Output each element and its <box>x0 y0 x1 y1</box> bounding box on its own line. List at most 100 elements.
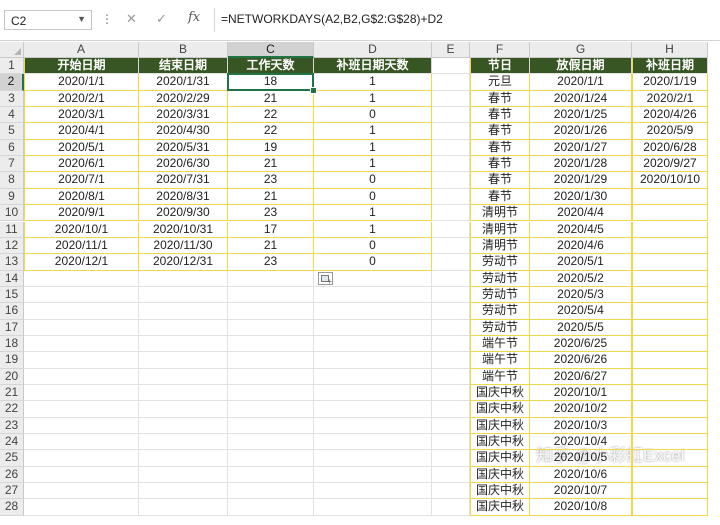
holiday-table-cell[interactable]: 2020/1/25 <box>530 107 632 124</box>
holiday-table-cell[interactable]: 春节 <box>470 188 530 206</box>
grid-cell[interactable] <box>139 434 228 451</box>
left-table-cell[interactable]: 23 <box>228 205 314 222</box>
left-table-cell[interactable]: 17 <box>228 221 314 238</box>
formula-input[interactable]: =NETWORKDAYS(A2,B2,G$2:G$28)+D2 <box>221 12 443 26</box>
holiday-table-cell[interactable]: 春节 <box>470 156 530 173</box>
row-header-16[interactable]: 16 <box>0 303 24 320</box>
left-table-cell[interactable]: 23 <box>228 254 314 271</box>
left-table-cell[interactable]: 2020/3/31 <box>139 107 228 124</box>
row-header-1[interactable]: 1 <box>0 58 24 75</box>
makeup-table-cell[interactable] <box>632 335 708 353</box>
spreadsheet-grid[interactable]: A B C D E F G H 1 2 3 4 5 6 7 8 9 10 11 12 13 14 15 16 17 18 19 20 2… <box>0 42 720 525</box>
holiday-table-cell[interactable]: 国庆中秋 <box>470 385 530 402</box>
makeup-table-cell[interactable]: 2020/5/9 <box>632 123 708 140</box>
grid-cell[interactable] <box>432 172 470 189</box>
makeup-table-cell[interactable]: 2020/2/1 <box>632 90 708 108</box>
holiday-table-cell[interactable]: 2020/10/5 <box>530 450 632 467</box>
row-header-8[interactable]: 8 <box>0 172 24 189</box>
grid-cell[interactable] <box>432 303 470 320</box>
holiday-table-cell[interactable]: 2020/5/3 <box>530 286 632 304</box>
makeup-table-cell[interactable] <box>632 188 708 206</box>
column-header-c[interactable]: C <box>228 42 314 58</box>
holiday-table-cell[interactable]: 2020/1/30 <box>530 188 632 206</box>
fill-handle[interactable] <box>310 86 317 94</box>
row-header-20[interactable]: 20 <box>0 368 24 385</box>
grid-cell[interactable] <box>24 450 139 467</box>
holiday-table-cell[interactable]: 国庆中秋 <box>470 499 530 516</box>
holiday-table-cell[interactable]: 元旦 <box>470 74 530 91</box>
grid-cell[interactable] <box>432 139 470 157</box>
select-all-button[interactable] <box>0 42 24 58</box>
holiday-table-cell[interactable]: 春节 <box>470 123 530 140</box>
makeup-table-cell[interactable]: 2020/1/19 <box>632 74 708 91</box>
grid-cell[interactable] <box>24 417 139 435</box>
left-table-cell[interactable]: 2020/4/30 <box>139 123 228 140</box>
grid-cell[interactable] <box>24 385 139 402</box>
grid-cell[interactable] <box>432 385 470 402</box>
grid-cell[interactable] <box>139 483 228 500</box>
holiday-table-cell[interactable]: 2020/10/4 <box>530 434 632 451</box>
row-header-10[interactable]: 10 <box>0 205 24 222</box>
left-table-cell[interactable]: 2020/2/1 <box>24 90 139 108</box>
holiday-table-cell[interactable]: 2020/5/5 <box>530 319 632 336</box>
grid-cell[interactable] <box>228 385 314 402</box>
left-table-cell[interactable]: 22 <box>228 107 314 124</box>
makeup-table-cell[interactable] <box>632 237 708 255</box>
column-header-e[interactable]: E <box>432 42 470 58</box>
makeup-table-cell[interactable]: 2020/4/26 <box>632 107 708 124</box>
grid-cell[interactable] <box>314 466 432 484</box>
makeup-table-cell[interactable] <box>632 254 708 271</box>
grid-cell[interactable] <box>139 352 228 369</box>
left-table-cell[interactable]: 0 <box>314 107 432 124</box>
grid-cell[interactable] <box>432 335 470 353</box>
holiday-table-cell[interactable]: 清明节 <box>470 221 530 238</box>
row-header-7[interactable]: 7 <box>0 156 24 173</box>
left-table-cell[interactable]: 19 <box>228 139 314 157</box>
grid-cell[interactable] <box>139 303 228 320</box>
grid-cell[interactable] <box>432 286 470 304</box>
name-box[interactable]: C2 ▼ <box>4 10 92 30</box>
left-table-cell[interactable]: 1 <box>314 74 432 91</box>
grid-cell[interactable] <box>432 188 470 206</box>
holiday-table-cell[interactable]: 2020/5/2 <box>530 270 632 287</box>
row-header-6[interactable]: 6 <box>0 139 24 157</box>
grid-cell[interactable] <box>314 434 432 451</box>
makeup-table-cell[interactable] <box>632 483 708 500</box>
grid-cell[interactable] <box>139 286 228 304</box>
grid-cell[interactable] <box>24 401 139 418</box>
row-header-25[interactable]: 25 <box>0 450 24 467</box>
left-table-cell[interactable]: 1 <box>314 156 432 173</box>
makeup-table-cell[interactable] <box>632 466 708 484</box>
makeup-table-cell[interactable]: 2020/9/27 <box>632 156 708 173</box>
column-header-f[interactable]: F <box>470 42 530 58</box>
grid-cell[interactable] <box>139 335 228 353</box>
grid-cell[interactable] <box>228 319 314 336</box>
row-header-21[interactable]: 21 <box>0 385 24 402</box>
row-header-14[interactable]: 14 <box>0 270 24 287</box>
row-header-15[interactable]: 15 <box>0 286 24 304</box>
makeup-table-cell[interactable] <box>632 450 708 467</box>
holiday-table-cell[interactable]: 2020/1/26 <box>530 123 632 140</box>
grid-cell[interactable] <box>139 385 228 402</box>
grid-cell[interactable] <box>24 434 139 451</box>
holiday-table-cell[interactable]: 劳动节 <box>470 303 530 320</box>
grid-cell[interactable] <box>228 401 314 418</box>
grid-cell[interactable] <box>24 483 139 500</box>
grid-cell[interactable] <box>314 303 432 320</box>
grid-cell[interactable] <box>432 499 470 516</box>
holiday-table-cell[interactable]: 2020/6/26 <box>530 352 632 369</box>
grid-cell[interactable] <box>432 107 470 124</box>
column-header-a[interactable]: A <box>24 42 139 58</box>
holiday-table-cell[interactable]: 2020/6/27 <box>530 368 632 385</box>
left-table-cell[interactable]: 2020/1/1 <box>24 74 139 91</box>
holiday-table-cell[interactable]: 劳动节 <box>470 254 530 271</box>
grid-cell[interactable] <box>432 237 470 255</box>
holiday-table-cell[interactable]: 2020/4/4 <box>530 205 632 222</box>
holiday-table-cell[interactable]: 2020/6/25 <box>530 335 632 353</box>
left-table-cell[interactable]: 2020/5/31 <box>139 139 228 157</box>
left-table-cell[interactable]: 0 <box>314 172 432 189</box>
grid-cell[interactable] <box>24 335 139 353</box>
holiday-table-cell[interactable]: 2020/5/4 <box>530 303 632 320</box>
left-table-cell[interactable]: 2020/9/30 <box>139 205 228 222</box>
grid-cell[interactable] <box>432 156 470 173</box>
